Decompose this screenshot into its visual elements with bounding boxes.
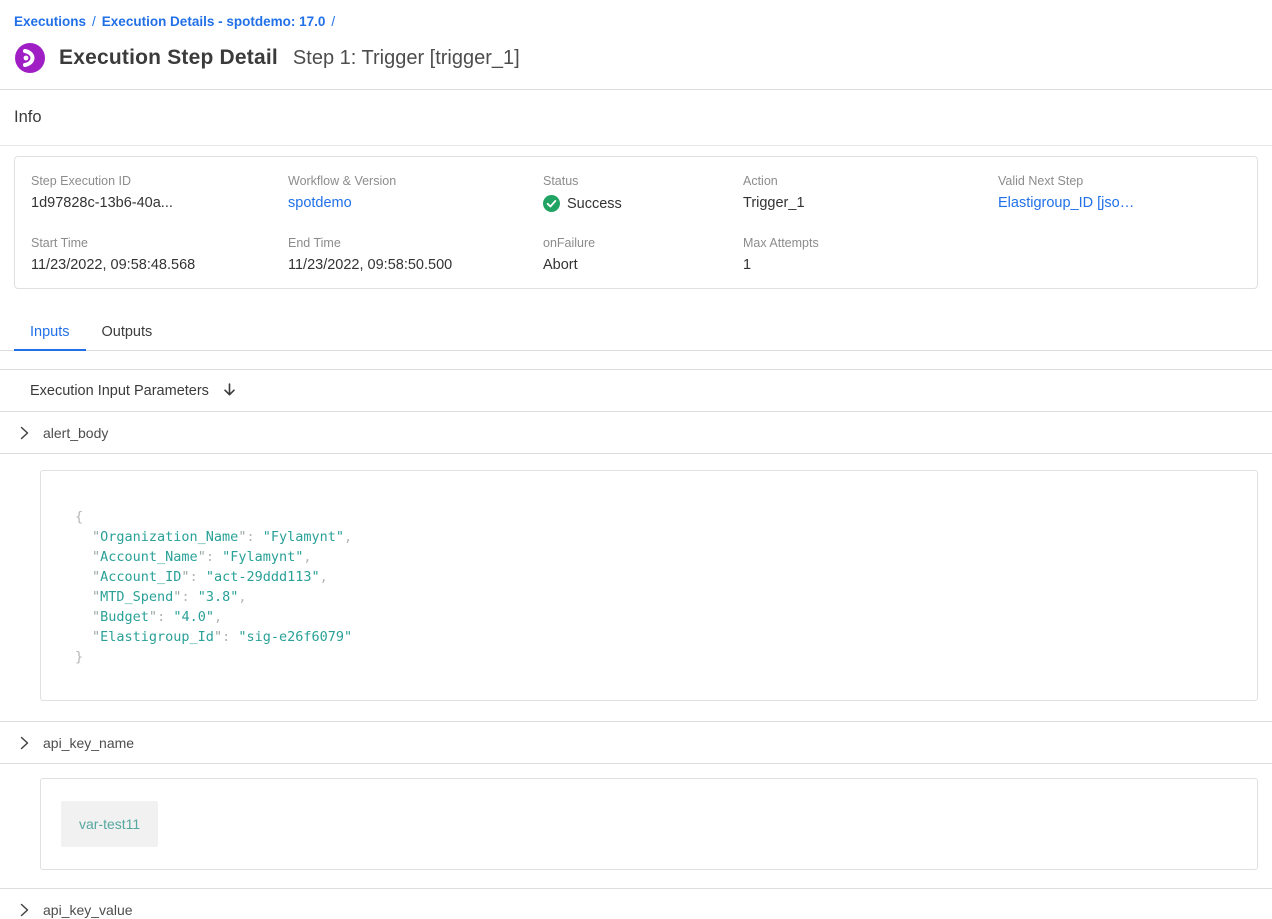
status-text: Success [567, 196, 622, 212]
chevron-right-icon [20, 426, 29, 440]
field-end-time: End Time 11/23/2022, 09:58:50.500 [288, 236, 543, 273]
field-label: onFailure [543, 236, 743, 250]
info-section-title: Info [14, 108, 42, 127]
field-label: Step Execution ID [31, 174, 288, 188]
field-max-attempts: Max Attempts 1 [743, 236, 998, 273]
field-empty [998, 236, 1241, 273]
breadcrumb-separator: / [331, 14, 335, 29]
params-title: Execution Input Parameters [30, 383, 209, 399]
breadcrumb-separator: / [92, 14, 96, 29]
field-label: Valid Next Step [998, 174, 1241, 188]
field-label: Status [543, 174, 743, 188]
tab-outputs[interactable]: Outputs [86, 314, 169, 351]
workflow-link[interactable]: spotdemo [288, 195, 543, 211]
field-label: Start Time [31, 236, 288, 250]
api-key-name-value-chip: var-test11 [61, 801, 158, 847]
field-valid-next-step: Valid Next Step Elastigroup_ID [jso… [998, 174, 1241, 212]
info-card-wrapper: Step Execution ID 1d97828c-13b6-40a... W… [0, 146, 1272, 299]
field-value: Trigger_1 [743, 195, 998, 211]
tab-inputs[interactable]: Inputs [14, 314, 86, 351]
breadcrumb-link-execution-details[interactable]: Execution Details - spotdemo: 17.0 [102, 14, 326, 29]
fylamynt-logo-icon [14, 42, 46, 74]
execution-input-parameters-header: Execution Input Parameters [0, 370, 1272, 412]
api-key-name-panel-wrapper: var-test11 [0, 778, 1272, 889]
breadcrumb-link-executions[interactable]: Executions [14, 14, 86, 29]
download-arrow-icon[interactable] [221, 382, 238, 399]
field-label: Action [743, 174, 998, 188]
success-check-icon [543, 195, 560, 212]
field-onfailure: onFailure Abort [543, 236, 743, 273]
tab-bar: Inputs Outputs [0, 314, 1272, 351]
alert-body-panel-wrapper: {"Organization_Name": "Fylamynt","Accoun… [0, 470, 1272, 722]
param-name: api_key_name [43, 735, 134, 751]
param-row-api-key-name[interactable]: api_key_name [0, 722, 1272, 764]
page-subtitle: Step 1: Trigger [trigger_1] [293, 47, 520, 70]
api-key-name-panel: var-test11 [40, 778, 1258, 870]
field-label: Max Attempts [743, 236, 998, 250]
param-row-alert-body[interactable]: alert_body [0, 412, 1272, 454]
chevron-right-icon [20, 736, 29, 750]
valid-next-step-link[interactable]: Elastigroup_ID [jso… [998, 195, 1241, 211]
param-name: alert_body [43, 425, 108, 441]
info-card: Step Execution ID 1d97828c-13b6-40a... W… [14, 156, 1258, 289]
page-title: Execution Step Detail [59, 46, 278, 70]
status-badge: Success [543, 195, 743, 212]
page-header: Execution Step Detail Step 1: Trigger [t… [0, 29, 1272, 89]
field-label: Workflow & Version [288, 174, 543, 188]
field-value: Abort [543, 257, 743, 273]
execution-input-parameters: Execution Input Parameters alert_body {"… [0, 369, 1272, 919]
field-status: Status Success [543, 174, 743, 212]
field-label: End Time [288, 236, 543, 250]
chevron-right-icon [20, 903, 29, 917]
breadcrumb: Executions / Execution Details - spotdem… [0, 0, 1272, 29]
alert-body-code-block: {"Organization_Name": "Fylamynt","Accoun… [40, 470, 1258, 701]
param-row-api-key-value[interactable]: api_key_value [0, 889, 1272, 919]
param-name: api_key_value [43, 902, 133, 918]
field-value: 11/23/2022, 09:58:50.500 [288, 257, 543, 273]
field-workflow-version: Workflow & Version spotdemo [288, 174, 543, 212]
field-step-execution-id: Step Execution ID 1d97828c-13b6-40a... [31, 174, 288, 212]
field-action: Action Trigger_1 [743, 174, 998, 212]
field-value: 1d97828c-13b6-40a... [31, 195, 288, 211]
field-value: 11/23/2022, 09:58:48.568 [31, 257, 288, 273]
field-value: 1 [743, 257, 998, 273]
info-section-heading: Info [0, 90, 1272, 146]
field-start-time: Start Time 11/23/2022, 09:58:48.568 [31, 236, 288, 273]
